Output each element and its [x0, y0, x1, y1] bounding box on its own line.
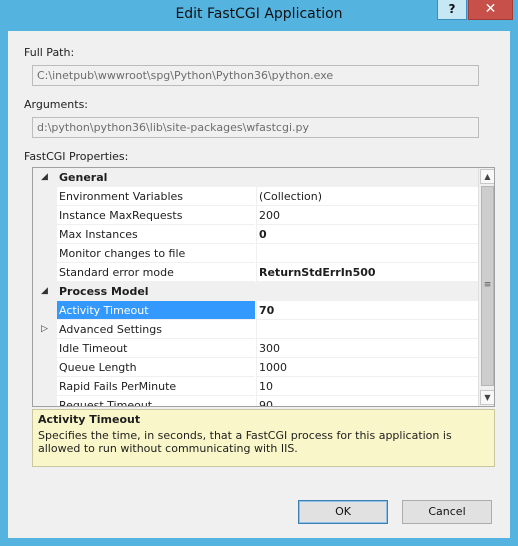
property-value[interactable]: 10	[256, 377, 478, 396]
row-gutter	[33, 377, 57, 396]
grid-category-row[interactable]: ◢ Process Model	[33, 282, 478, 301]
row-gutter: ◢	[33, 282, 57, 301]
property-value[interactable]: 300	[256, 339, 478, 358]
scroll-down-icon[interactable]: ▼	[480, 390, 494, 405]
grid-property-row[interactable]: Activity Timeout 70	[33, 301, 478, 320]
description-text: Specifies the time, in seconds, that a F…	[38, 429, 452, 455]
full-path-label: Full Path:	[24, 46, 75, 59]
property-value[interactable]: ReturnStdErrIn500	[256, 263, 478, 282]
property-value[interactable]	[256, 320, 478, 339]
grid-property-row[interactable]: Rapid Fails PerMinute 10	[33, 377, 478, 396]
property-value[interactable]: 70	[256, 301, 478, 320]
row-gutter	[33, 339, 57, 358]
property-description-panel: Activity Timeout Specifies the time, in …	[32, 409, 495, 467]
row-gutter	[33, 206, 57, 225]
arguments-field[interactable]: d:\python\python36\lib\site-packages\wfa…	[32, 117, 479, 138]
property-name[interactable]: Activity Timeout	[57, 301, 255, 320]
arguments-label: Arguments:	[24, 98, 89, 111]
row-gutter: ◢	[33, 168, 57, 187]
grid-property-row[interactable]: Idle Timeout 300	[33, 339, 478, 358]
property-name[interactable]: Idle Timeout	[57, 339, 255, 358]
title-bar[interactable]: Edit FastCGI Application ? ✕	[0, 0, 518, 31]
dialog-window: Edit FastCGI Application ? ✕ Full Path: …	[0, 0, 518, 546]
property-name[interactable]: Instance MaxRequests	[57, 206, 255, 225]
category-label: General	[59, 171, 108, 184]
ok-button[interactable]: OK	[298, 500, 388, 524]
grid-property-row[interactable]: Max Instances 0	[33, 225, 478, 244]
collapse-icon[interactable]: ◢	[41, 172, 48, 182]
grid-category-row[interactable]: ◢ General	[33, 168, 478, 187]
expand-icon[interactable]: ▷	[41, 324, 48, 334]
property-name[interactable]: Monitor changes to file	[57, 244, 255, 263]
cancel-button[interactable]: Cancel	[402, 500, 492, 524]
property-name[interactable]: Standard error mode	[57, 263, 255, 282]
property-value[interactable]	[256, 244, 478, 263]
close-button[interactable]: ✕	[468, 0, 513, 20]
grid-property-row[interactable]: Standard error mode ReturnStdErrIn500	[33, 263, 478, 282]
property-value[interactable]: 90	[256, 396, 478, 406]
category-label: Process Model	[59, 285, 149, 298]
grid-property-row[interactable]: ▷ Advanced Settings	[33, 320, 478, 339]
row-gutter: ▷	[33, 320, 57, 339]
property-grid[interactable]: ◢ General Environment Variables (Collection…	[32, 167, 495, 407]
scroll-thumb[interactable]: ≡	[481, 186, 494, 386]
grid-property-row[interactable]: Queue Length 1000	[33, 358, 478, 377]
property-value[interactable]: 0	[256, 225, 478, 244]
property-name[interactable]: Queue Length	[57, 358, 255, 377]
property-value[interactable]: (Collection)	[256, 187, 478, 206]
row-gutter	[33, 358, 57, 377]
property-grid-scrollbar[interactable]: ▲ ≡ ▼	[478, 168, 494, 406]
full-path-field[interactable]: C:\inetpub\wwwroot\spg\Python\Python36\p…	[32, 65, 479, 86]
property-name[interactable]: Environment Variables	[57, 187, 255, 206]
dialog-client-area: Full Path: C:\inetpub\wwwroot\spg\Python…	[8, 31, 510, 538]
row-gutter	[33, 225, 57, 244]
row-gutter	[33, 263, 57, 282]
collapse-icon[interactable]: ◢	[41, 286, 48, 296]
row-gutter	[33, 301, 57, 320]
row-gutter	[33, 396, 57, 406]
grid-property-row[interactable]: Monitor changes to file	[33, 244, 478, 263]
row-gutter	[33, 187, 57, 206]
property-name[interactable]: Max Instances	[57, 225, 255, 244]
row-gutter	[33, 244, 57, 263]
scroll-up-icon[interactable]: ▲	[480, 169, 494, 184]
fastcgi-properties-label: FastCGI Properties:	[24, 150, 129, 163]
description-title: Activity Timeout	[38, 413, 141, 426]
grid-property-row[interactable]: Environment Variables (Collection)	[33, 187, 478, 206]
help-button[interactable]: ?	[437, 0, 467, 20]
property-value[interactable]: 1000	[256, 358, 478, 377]
property-name[interactable]: Rapid Fails PerMinute	[57, 377, 255, 396]
property-name[interactable]: Request Timeout	[57, 396, 255, 406]
property-value[interactable]: 200	[256, 206, 478, 225]
grid-property-row[interactable]: Request Timeout 90	[33, 396, 478, 406]
grid-property-row[interactable]: Instance MaxRequests 200	[33, 206, 478, 225]
property-name[interactable]: Advanced Settings	[57, 320, 255, 339]
